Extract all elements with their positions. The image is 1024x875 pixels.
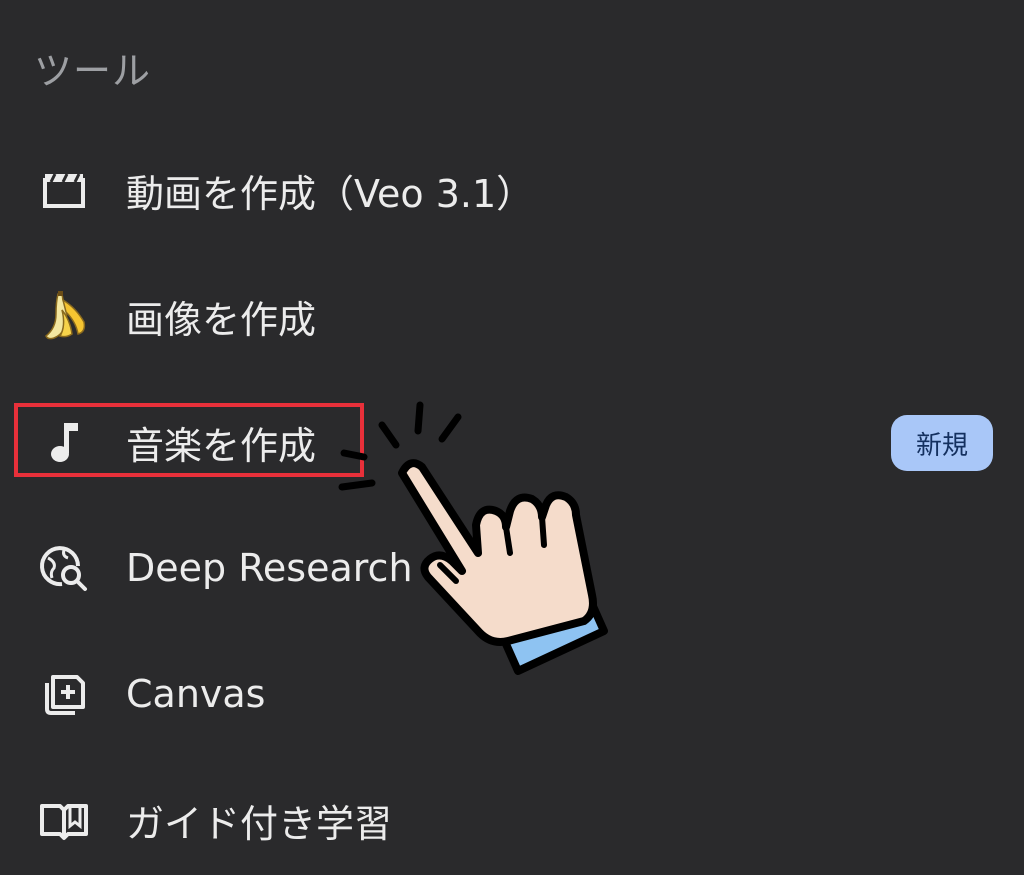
tool-label: 音楽を作成 <box>126 423 317 468</box>
tool-label: ガイド付き学習 <box>126 801 393 846</box>
globe-search-icon <box>36 540 92 596</box>
canvas-add-icon <box>36 666 92 722</box>
tool-item-create-music[interactable]: 音楽を作成 <box>0 392 1024 492</box>
tool-item-create-video[interactable]: 動画を作成（Veo 3.1） <box>0 140 1024 240</box>
clapperboard-icon <box>36 162 92 218</box>
tool-label: Canvas <box>126 672 266 716</box>
banana-icon <box>36 288 92 344</box>
tool-item-canvas[interactable]: Canvas <box>0 644 1024 744</box>
tool-label: 動画を作成（Veo 3.1） <box>126 171 535 216</box>
tool-label: 画像を作成 <box>126 297 317 342</box>
tools-menu: ツール 動画を作成（Veo 3.1） 画像を作成 音楽を作成 新規 Deep R… <box>0 0 1024 875</box>
section-title: ツール <box>34 49 152 93</box>
open-book-icon <box>36 792 92 848</box>
new-badge: 新規 <box>891 415 993 471</box>
tool-item-create-image[interactable]: 画像を作成 <box>0 266 1024 366</box>
tool-item-guided-learning[interactable]: ガイド付き学習 <box>0 770 1024 870</box>
tool-item-deep-research[interactable]: Deep Research <box>0 518 1024 618</box>
music-note-icon <box>36 414 92 470</box>
tool-label: Deep Research <box>126 546 413 590</box>
